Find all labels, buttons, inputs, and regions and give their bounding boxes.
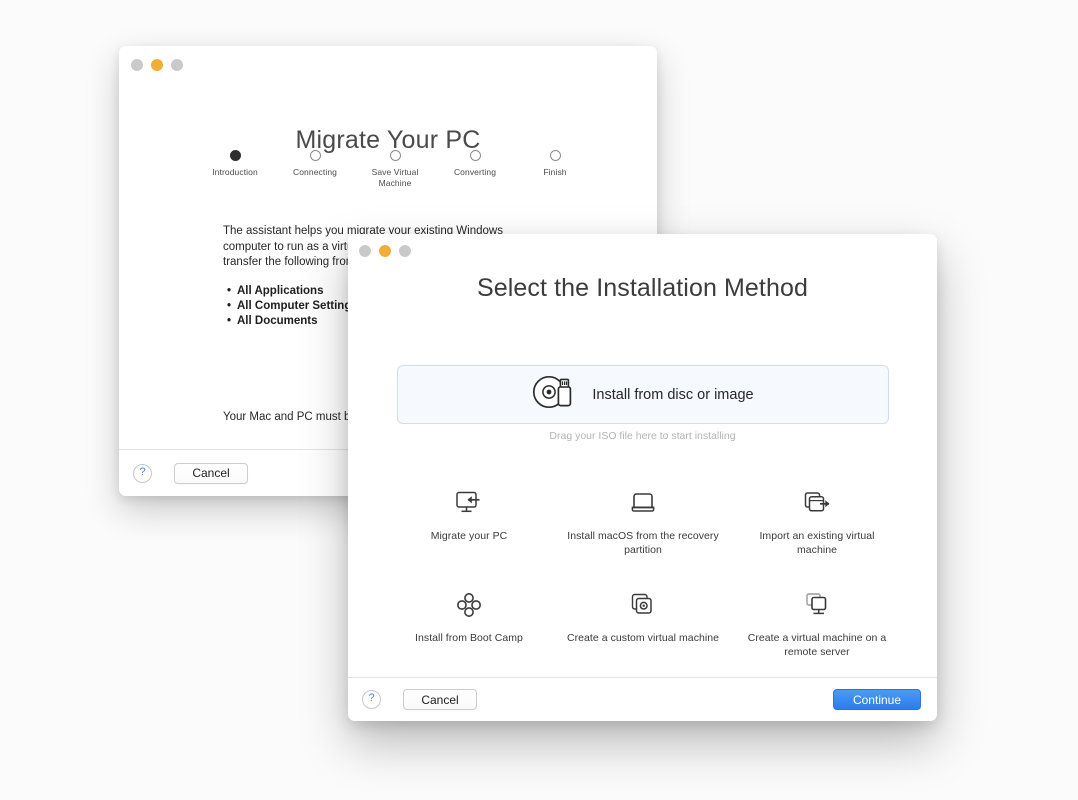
stepper-step-connecting: Connecting	[275, 150, 355, 178]
step-dot-icon	[309, 150, 321, 161]
option-label: Install from Boot Camp	[415, 632, 523, 644]
option-label: Create a custom virtual machine	[566, 632, 720, 644]
step-label: Converting	[453, 167, 497, 177]
primary-option-label: Install from disc or image	[592, 386, 754, 403]
installation-options-grid: Migrate your PC Install macOS from the r…	[382, 482, 904, 661]
window-traffic-lights	[131, 59, 183, 71]
zoom-button-icon[interactable]	[399, 245, 411, 257]
monitor-arrow-in-icon	[392, 486, 546, 520]
dialog-traffic-lights	[359, 245, 411, 257]
step-dot-icon	[389, 150, 401, 161]
close-button-icon[interactable]	[359, 245, 371, 257]
step-dot-icon	[229, 150, 241, 161]
cancel-button[interactable]: Cancel	[174, 462, 248, 484]
help-button[interactable]: ?	[362, 690, 381, 709]
option-create-custom-vm[interactable]: Create a custom virtual machine	[556, 584, 730, 661]
option-label: Create a virtual machine on a remote ser…	[747, 632, 887, 658]
stepper-step-introduction: Introduction	[195, 150, 275, 178]
select-installation-method-dialog[interactable]: Select the Installation Method Install f…	[348, 234, 937, 721]
stepper-step-converting: Converting	[435, 150, 515, 178]
minimize-button-icon[interactable]	[379, 245, 391, 257]
remote-server-monitors-icon	[740, 588, 894, 622]
progress-stepper: Introduction Connecting Save Virtual Mac…	[195, 150, 581, 189]
dialog-title: Select the Installation Method	[477, 274, 808, 302]
step-dot-icon	[549, 150, 561, 161]
step-dot-icon	[469, 150, 481, 161]
close-button-icon[interactable]	[131, 59, 143, 71]
stepper-step-finish: Finish	[515, 150, 595, 178]
stacked-gear-window-icon	[566, 588, 720, 622]
minimize-button-icon[interactable]	[151, 59, 163, 71]
option-install-macos-recovery[interactable]: Install macOS from the recovery partitio…	[556, 482, 730, 559]
option-create-vm-remote-server[interactable]: Create a virtual machine on a remote ser…	[730, 584, 904, 661]
laptop-icon	[566, 486, 720, 520]
install-from-disc-or-image-card[interactable]: Install from disc or image	[397, 365, 889, 424]
drag-iso-hint: Drag your ISO file here to start install…	[549, 430, 736, 442]
option-label: Import an existing virtual machine	[759, 530, 875, 556]
zoom-button-icon[interactable]	[171, 59, 183, 71]
option-label: Install macOS from the recovery partitio…	[567, 530, 719, 556]
stepper-step-save-virtual-machine: Save Virtual Machine	[355, 150, 435, 189]
continue-button[interactable]: Continue	[833, 689, 921, 710]
disc-and-usb-icon	[532, 373, 576, 416]
import-window-arrow-icon	[740, 486, 894, 520]
option-import-existing-vm[interactable]: Import an existing virtual machine	[730, 482, 904, 559]
step-label: Connecting	[292, 167, 337, 177]
cancel-button[interactable]: Cancel	[403, 689, 477, 710]
option-migrate-your-pc[interactable]: Migrate your PC	[382, 482, 556, 559]
step-label: Introduction	[212, 167, 258, 177]
help-button[interactable]: ?	[133, 463, 152, 483]
step-label: Save Virtual Machine	[371, 167, 419, 188]
dialog-footer-bar: ? Cancel Continue	[348, 677, 937, 721]
option-install-from-boot-camp[interactable]: Install from Boot Camp	[382, 584, 556, 661]
option-label: Migrate your PC	[430, 530, 508, 542]
boot-camp-diamond-icon	[392, 588, 546, 622]
step-label: Finish	[543, 167, 567, 177]
